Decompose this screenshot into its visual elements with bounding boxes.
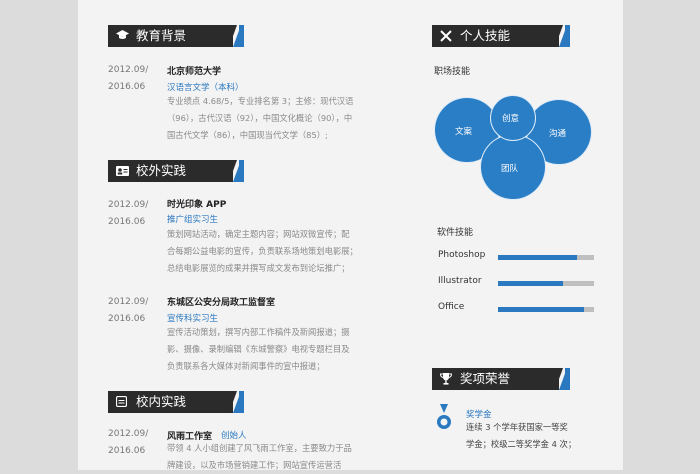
external-item-role: 宣传科实习生 xyxy=(167,314,219,324)
award-description: 连续 3 个学年获国家一等奖 学金；校级二等奖学金 4 次； xyxy=(466,422,577,449)
external-item-org: 东城区公安分局政工监督室 xyxy=(167,298,276,308)
id-card-icon xyxy=(116,160,129,182)
campus-item-description: 带领 4 人小组创建了风飞雨工作室，主要致力于品 牌建设，以及市场营销建工作；网… xyxy=(167,443,352,470)
external-practice-header: 校外实践 xyxy=(108,160,244,182)
software-skills-title: 软件技能 xyxy=(437,228,474,238)
software-skill-fill xyxy=(498,255,577,260)
medal-icon xyxy=(436,404,452,438)
education-description: 专业绩点 4.68/5，专业排名第 3；主修：现代汉语 （96），古代汉语（92… xyxy=(167,96,354,140)
tools-icon xyxy=(440,25,452,47)
software-skill-fill xyxy=(498,307,585,312)
education-major: 汉语言文学（本科） xyxy=(167,83,244,93)
graduation-cap-icon xyxy=(116,25,129,47)
awards-header: 奖项荣誉 xyxy=(432,368,570,390)
software-skill-bar xyxy=(498,307,594,312)
software-skill-name: Office xyxy=(438,302,465,312)
external-practice-header-label: 校外实践 xyxy=(136,163,187,178)
external-item-date: 2012.09/2016.06 xyxy=(108,200,149,227)
external-item-org: 时光印象 APP xyxy=(167,200,227,210)
software-skill-name: Photoshop xyxy=(438,250,486,260)
software-skill-bar xyxy=(498,281,594,286)
education-date: 2012.09/2016.06 xyxy=(108,65,149,92)
education-header: 教育背景 xyxy=(108,25,244,47)
skills-header-label: 个人技能 xyxy=(460,28,511,43)
skills-header: 个人技能 xyxy=(432,25,570,47)
education-header-label: 教育背景 xyxy=(136,28,187,43)
external-item-description: 宣传活动策划，撰写内部工作稿件及新闻报道；摄 影、摄像、录制编辑《东城警察》电视… xyxy=(167,327,350,371)
software-skill-name: Illustrator xyxy=(438,276,482,286)
calendar-icon xyxy=(115,391,128,413)
awards-header-label: 奖项荣誉 xyxy=(460,371,511,386)
external-item-description: 策划网站活动，确定主题内容；网站双微宣传；配 合每期公益电影的宣传，负责联系场地… xyxy=(167,229,358,273)
campus-practice-header-label: 校内实践 xyxy=(136,394,187,409)
education-school: 北京师范大学 xyxy=(167,67,222,77)
external-item-role: 推广组实习生 xyxy=(167,215,219,225)
external-item-date: 2012.09/2016.06 xyxy=(108,297,149,324)
workplace-skills-title: 职场技能 xyxy=(434,67,471,77)
skill-circle-label: 团队 xyxy=(501,164,519,174)
skill-circle-label: 沟通 xyxy=(549,129,567,139)
software-skill-fill xyxy=(498,281,564,286)
trophy-icon xyxy=(439,368,453,390)
skill-circle-label: 文案 xyxy=(455,127,473,137)
software-skill-bar xyxy=(498,255,594,260)
campus-item-date: 2012.09/2016.06 xyxy=(108,429,149,456)
skill-circle-label: 创意 xyxy=(502,114,520,124)
campus-practice-header: 校内实践 xyxy=(108,391,244,413)
